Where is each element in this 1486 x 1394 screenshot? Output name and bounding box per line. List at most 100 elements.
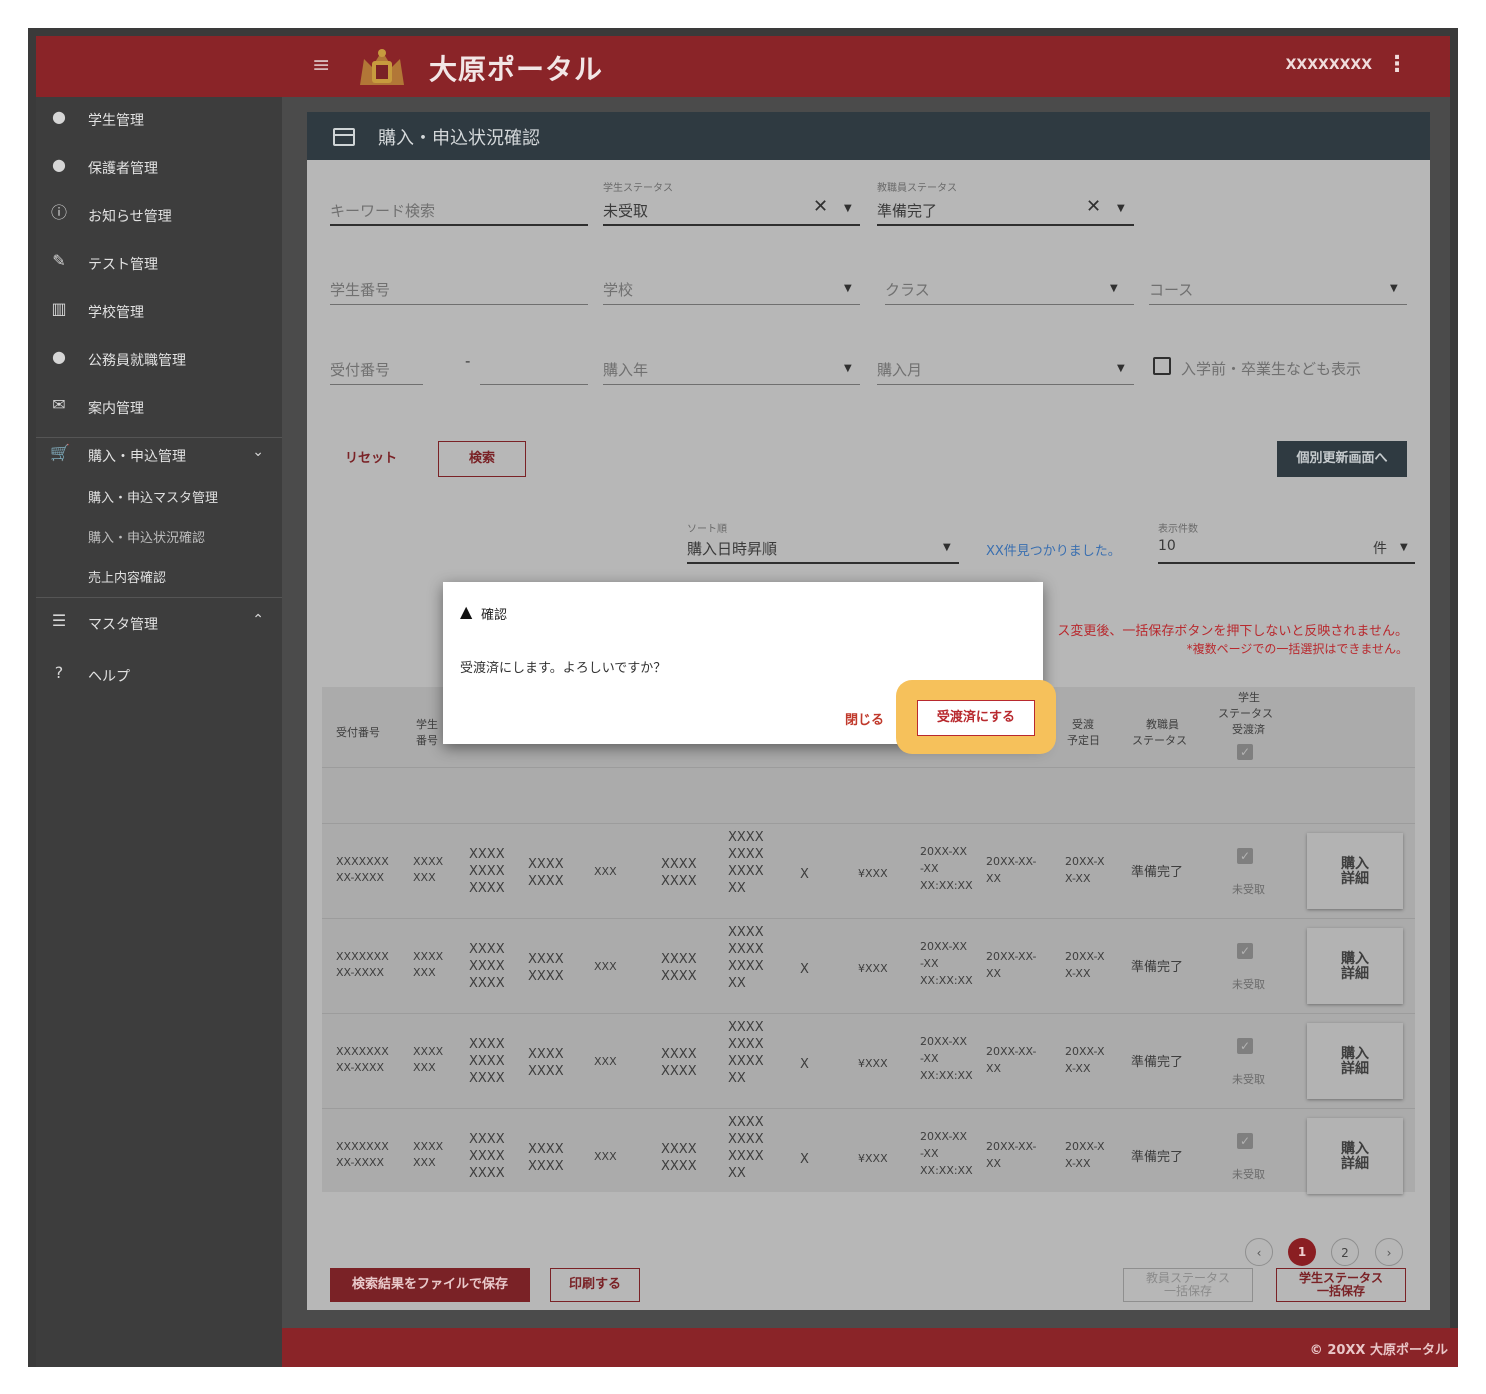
pager-next[interactable]: › [1375, 1238, 1403, 1266]
sidebar-item-guide[interactable]: ✉ 案内管理 [36, 387, 282, 427]
purchase-detail-button[interactable]: 購入 詳細 [1307, 833, 1403, 909]
cell-col7: XX [728, 976, 746, 991]
cell-col7: XX [728, 1071, 746, 1086]
class-select[interactable]: クラス [885, 279, 930, 300]
purchase-detail-button[interactable]: 購入 詳細 [1307, 928, 1403, 1004]
cell-planned-date: 20XX-X [1065, 855, 1105, 868]
cell-col3: XXXX [469, 1071, 505, 1086]
sidebar-divider [36, 597, 282, 598]
sidebar-item-guardian[interactable]: ● 保護者管理 [36, 147, 282, 187]
cell-student-status: 未受取 [1232, 883, 1265, 896]
student-status-underline [603, 224, 860, 226]
cell-price: ¥XXX [858, 1057, 888, 1070]
data-table: 受付番号 学生 番号 受渡 予定日 教職員 ステータス 学生 ステータス 受渡済… [322, 687, 1415, 1194]
select-all-checkbox[interactable]: ✓ [1237, 744, 1253, 760]
dropdown-arrow-icon[interactable]: ▼ [844, 363, 852, 374]
cell-col6: XXXX [661, 857, 697, 872]
purchase-year-select[interactable]: 購入年 [603, 359, 648, 380]
dropdown-arrow-icon[interactable]: ▼ [1400, 542, 1408, 553]
cell-col11: XX [986, 872, 1002, 885]
row-delivered-checkbox[interactable]: ✓ [1237, 943, 1253, 959]
row-delivered-checkbox[interactable]: ✓ [1237, 1038, 1253, 1054]
course-select[interactable]: コース [1149, 279, 1193, 300]
cell-student-no-2: XXX [413, 1156, 436, 1169]
sidebar-item-label: 保護者管理 [88, 161, 158, 177]
sidebar-item-master[interactable]: ☰ マスタ管理 ⌃ [36, 603, 282, 643]
cell-col7: XX [728, 1166, 746, 1181]
pager-prev[interactable]: ‹ [1245, 1238, 1273, 1266]
th-staff-status-1: 教職員 [1146, 718, 1179, 731]
app-header: ≡ 大原ポータル XXXXXXXX ⋮ [36, 36, 1450, 97]
cell-staff-status: 準備完了 [1131, 1150, 1184, 1165]
cell-col7: XXXX [728, 847, 764, 862]
purchase-month-select[interactable]: 購入月 [877, 359, 922, 380]
reset-button[interactable]: リセット [335, 442, 407, 478]
sidebar-item-school[interactable]: ▥ 学校管理 [36, 291, 282, 331]
keyword-search-input[interactable]: キーワード検索 [330, 200, 435, 221]
cell-purchased-at: -XX [920, 1147, 939, 1160]
sidebar-item-test[interactable]: ✎ テスト管理 [36, 243, 282, 283]
cell-col4: XXXX [528, 857, 564, 872]
cell-col7: XXXX [728, 925, 764, 940]
sort-underline [687, 562, 959, 564]
cell-col6: XXXX [661, 952, 697, 967]
cell-planned-date: X-XX [1065, 967, 1091, 980]
staff-status-select[interactable]: 準備完了 [877, 200, 937, 221]
save-file-button[interactable]: 検索結果をファイルで保存 [330, 1268, 530, 1302]
sidebar-subitem-status[interactable]: 購入・申込状況確認 [88, 527, 205, 546]
dropdown-arrow-icon[interactable]: ▼ [1110, 283, 1118, 294]
cell-col11: 20XX-XX- [986, 855, 1037, 868]
individual-update-button[interactable]: 個別更新画面へ [1277, 441, 1407, 477]
dropdown-arrow-icon[interactable]: ▼ [1117, 363, 1125, 374]
purchase-month-underline [877, 384, 1134, 385]
purchase-detail-button[interactable]: 購入 詳細 [1307, 1118, 1403, 1194]
cell-purchased-at: XX:XX:XX [920, 1069, 973, 1082]
sidebar-item-help[interactable]: ? ヘルプ [36, 655, 282, 695]
sidebar-item-notice[interactable]: ⓘ お知らせ管理 [36, 195, 282, 235]
header-divider [322, 767, 1415, 768]
sort-select[interactable]: 購入日時昇順 [687, 538, 777, 559]
purchase-detail-button[interactable]: 購入 詳細 [1307, 1023, 1403, 1099]
help-icon: ? [54, 663, 64, 682]
more-vert-icon[interactable]: ⋮ [1386, 52, 1408, 77]
cell-col5: XXX [594, 865, 617, 878]
page-size-select[interactable]: 10 [1158, 538, 1176, 554]
dropdown-arrow-icon[interactable]: ▼ [1390, 283, 1398, 294]
pager-page-1[interactable]: 1 [1288, 1238, 1316, 1266]
sidebar-item-purchase[interactable]: 🛒 購入・申込管理 ⌄ [36, 435, 282, 475]
school-select[interactable]: 学校 [603, 279, 633, 300]
confirm-delivered-button[interactable]: 受渡済にする [917, 700, 1035, 736]
pager-page-2[interactable]: 2 [1331, 1238, 1359, 1266]
cell-col8: X [800, 867, 809, 882]
th-student-status-2: ステータス [1218, 707, 1273, 720]
student-status-select[interactable]: 未受取 [603, 200, 648, 221]
show-all-label: 入学前・卒業生なども表示 [1181, 360, 1362, 378]
sidebar-item-civil-service[interactable]: ● 公務員就職管理 [36, 339, 282, 379]
dialog-close-button[interactable]: 閉じる [845, 709, 884, 728]
row-delivered-checkbox[interactable]: ✓ [1237, 848, 1253, 864]
clear-icon[interactable]: ✕ [813, 196, 828, 217]
row-delivered-checkbox[interactable]: ✓ [1237, 1133, 1253, 1149]
hamburger-menu-icon[interactable]: ≡ [312, 55, 330, 77]
sidebar-item-student[interactable]: ● 学生管理 [36, 99, 282, 139]
search-button[interactable]: 検索 [438, 441, 526, 477]
user-name[interactable]: XXXXXXXX [1286, 57, 1372, 73]
show-all-checkbox[interactable] [1153, 357, 1171, 375]
student-number-input[interactable]: 学生番号 [330, 279, 390, 300]
info-icon: ⓘ [50, 203, 67, 222]
staff-bulk-save-button: 教員ステータス 一括保存 [1123, 1268, 1253, 1302]
detail-label-2: 詳細 [1341, 1061, 1369, 1077]
dropdown-arrow-icon[interactable]: ▼ [943, 542, 951, 553]
student-bulk-save-button[interactable]: 学生ステータス 一括保存 [1276, 1268, 1406, 1302]
receipt-number-input[interactable]: 受付番号 [330, 359, 390, 380]
clear-icon[interactable]: ✕ [1086, 196, 1101, 217]
print-button[interactable]: 印刷する [550, 1268, 640, 1302]
dropdown-arrow-icon[interactable]: ▼ [1117, 203, 1125, 214]
dropdown-arrow-icon[interactable]: ▼ [844, 283, 852, 294]
sidebar-subitem-master[interactable]: 購入・申込マスタ管理 [88, 487, 218, 506]
dropdown-arrow-icon[interactable]: ▼ [844, 203, 852, 214]
receipt-number-2-underline[interactable] [480, 384, 588, 385]
sidebar-subitem-sales[interactable]: 売上内容確認 [88, 567, 166, 586]
cell-student-no-2: XXX [413, 966, 436, 979]
cell-receipt-1: XXXXXXX [336, 1140, 389, 1153]
